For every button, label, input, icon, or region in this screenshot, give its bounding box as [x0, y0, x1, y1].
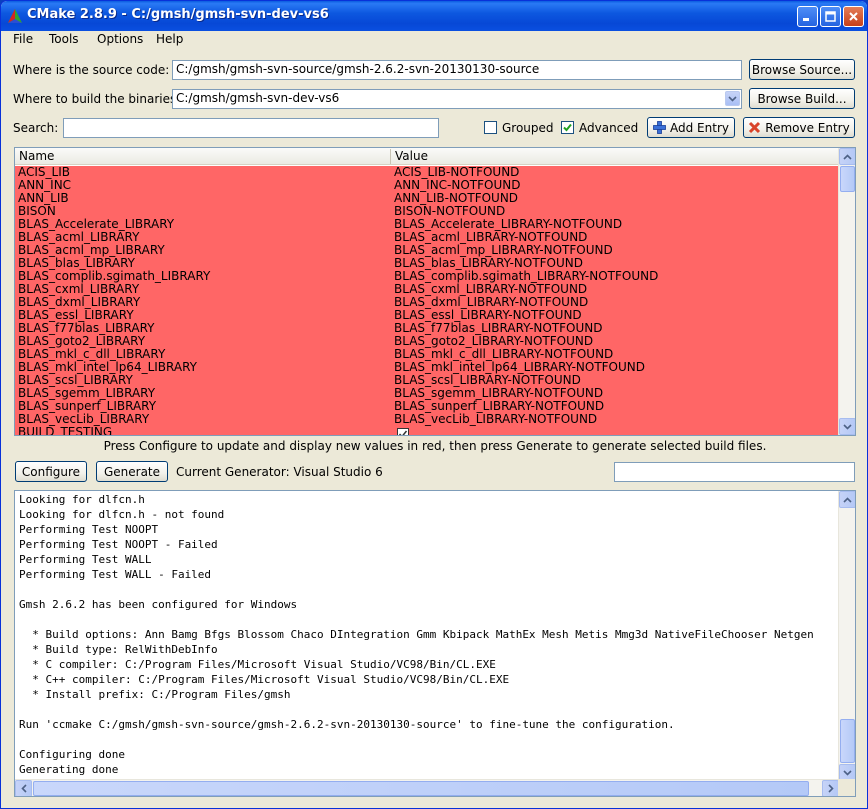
- cell-value-checkbox[interactable]: [394, 426, 409, 435]
- scroll-up-button[interactable]: [839, 491, 855, 508]
- log-line: * C compiler: C:/Program Files/Microsoft…: [19, 658, 496, 671]
- log-line: Configuring done: [19, 748, 125, 761]
- column-header-value[interactable]: Value: [390, 149, 839, 164]
- table-row[interactable]: BLAS_vecLib_LIBRARY BLAS_vecLib_LIBRARY-N…: [15, 413, 839, 426]
- table-vertical-scrollbar[interactable]: [838, 148, 855, 435]
- table-body: ACIS_LIB ACIS_LIB-NOTFOUND ANN_INC ANN_INC-…: [15, 166, 839, 436]
- chevron-left-icon: [20, 784, 27, 793]
- scroll-thumb[interactable]: [33, 781, 809, 796]
- window-title: CMake 2.8.9 - C:/gmsh/gmsh-svn-dev-vs6: [27, 7, 329, 22]
- build-path-value: C:/gmsh/gmsh-svn-dev-vs6: [176, 91, 340, 105]
- advanced-label: Advanced: [579, 121, 639, 135]
- add-entry-button[interactable]: Add Entry: [647, 117, 735, 138]
- log-line: Generating done: [19, 763, 119, 776]
- cmake-logo-icon: [8, 9, 22, 23]
- cell-value: BLAS_vecLib_LIBRARY-NOTFOUND: [394, 412, 598, 426]
- grouped-checkbox[interactable]: [484, 121, 497, 134]
- search-label: Search:: [13, 121, 59, 135]
- chevron-down-icon: [728, 95, 737, 102]
- maximize-icon: [825, 11, 836, 22]
- menu-file[interactable]: File: [12, 32, 34, 46]
- build-path-combobox[interactable]: C:/gmsh/gmsh-svn-dev-vs6: [172, 89, 742, 109]
- output-horizontal-scrollbar[interactable]: [15, 779, 839, 796]
- log-line: Run 'ccmake C:/gmsh/gmsh-svn-source/gmsh…: [19, 718, 675, 731]
- scroll-thumb[interactable]: [840, 719, 855, 763]
- remove-entry-button[interactable]: Remove Entry: [743, 117, 855, 138]
- chevron-right-icon: [827, 784, 834, 793]
- log-line: * Install prefix: C:/Program Files/gmsh: [19, 688, 291, 701]
- output-log-lines: Looking for dlfcn.h Looking for dlfcn.h -…: [19, 492, 839, 778]
- advanced-checkbox[interactable]: [561, 121, 574, 134]
- cmake-window: CMake 2.8.9 - C:/gmsh/gmsh-svn-dev-vs6 F…: [0, 0, 868, 809]
- chevron-down-icon: [843, 423, 852, 430]
- menu-options[interactable]: Options: [96, 32, 144, 46]
- log-line: * Build type: RelWithDebInfo: [19, 643, 218, 656]
- minimize-button[interactable]: [797, 6, 818, 27]
- progress-bar: [614, 462, 855, 482]
- cache-table[interactable]: Name Value ACIS_LIB ACIS_LIB-NOTFOUND ANN_…: [14, 147, 856, 436]
- scroll-right-button[interactable]: [822, 780, 839, 796]
- configure-hint: Press Configure to update and display ne…: [103, 439, 767, 453]
- close-icon: [849, 12, 858, 21]
- chevron-down-icon: [843, 769, 852, 776]
- add-entry-label: Add Entry: [670, 120, 729, 135]
- log-line: Performing Test WALL - Failed: [19, 568, 212, 581]
- remove-entry-label: Remove Entry: [765, 120, 850, 135]
- menu-help[interactable]: Help: [155, 32, 184, 46]
- menu-bar: File Tools Options Help: [1, 31, 867, 50]
- scroll-up-button[interactable]: [839, 148, 855, 165]
- build-label: Where to build the binaries:: [13, 92, 181, 106]
- plus-icon: [653, 121, 666, 134]
- log-line: Performing Test WALL: [19, 553, 152, 566]
- log-line: Looking for dlfcn.h: [19, 493, 145, 506]
- scroll-left-button[interactable]: [15, 780, 32, 796]
- log-line: Gmsh 2.6.2 has been configured for Windo…: [19, 598, 298, 611]
- chevron-up-icon: [843, 496, 852, 503]
- log-line: * Build options: Ann Bamg Bfgs Blossom C…: [19, 628, 814, 641]
- browse-source-button[interactable]: Browse Source...: [749, 59, 855, 80]
- column-header-name[interactable]: Name: [15, 149, 390, 164]
- source-path-input[interactable]: C:/gmsh/gmsh-svn-source/gmsh-2.6.2-svn-2…: [172, 60, 742, 80]
- search-input[interactable]: [63, 118, 439, 138]
- table-row[interactable]: BUILD_TESTING: [15, 425, 839, 436]
- combo-dropdown-button[interactable]: [725, 91, 740, 106]
- log-line: Performing Test NOOPT: [19, 523, 159, 536]
- minimize-icon: [803, 18, 809, 21]
- output-vertical-scrollbar[interactable]: [838, 491, 855, 781]
- checkbox-checked-icon: [397, 428, 409, 435]
- configure-button[interactable]: Configure: [15, 461, 87, 482]
- source-label: Where is the source code:: [13, 63, 170, 77]
- generate-button[interactable]: Generate: [96, 461, 168, 482]
- checkmark-icon: [563, 123, 572, 132]
- title-bar[interactable]: CMake 2.8.9 - C:/gmsh/gmsh-svn-dev-vs6: [1, 1, 867, 31]
- log-line: Looking for dlfcn.h - not found: [19, 508, 225, 521]
- maximize-button[interactable]: [820, 6, 841, 27]
- current-generator-label: Current Generator: Visual Studio 6: [176, 465, 383, 479]
- scroll-corner: [838, 779, 855, 796]
- menu-tools[interactable]: Tools: [48, 32, 80, 46]
- scroll-down-button[interactable]: [839, 418, 855, 435]
- remove-x-icon: [749, 121, 761, 134]
- chevron-up-icon: [843, 153, 852, 160]
- output-log[interactable]: Looking for dlfcn.h Looking for dlfcn.h -…: [14, 490, 856, 797]
- close-button[interactable]: [843, 6, 864, 27]
- cell-name: BUILD_TESTING: [18, 425, 113, 436]
- log-line: * C++ compiler: C:/Program Files/Microso…: [19, 673, 510, 686]
- table-header: Name Value: [15, 148, 839, 165]
- log-line: Performing Test NOOPT - Failed: [19, 538, 218, 551]
- grouped-label: Grouped: [502, 121, 554, 135]
- browse-build-button[interactable]: Browse Build...: [749, 88, 855, 109]
- scroll-thumb[interactable]: [840, 166, 855, 192]
